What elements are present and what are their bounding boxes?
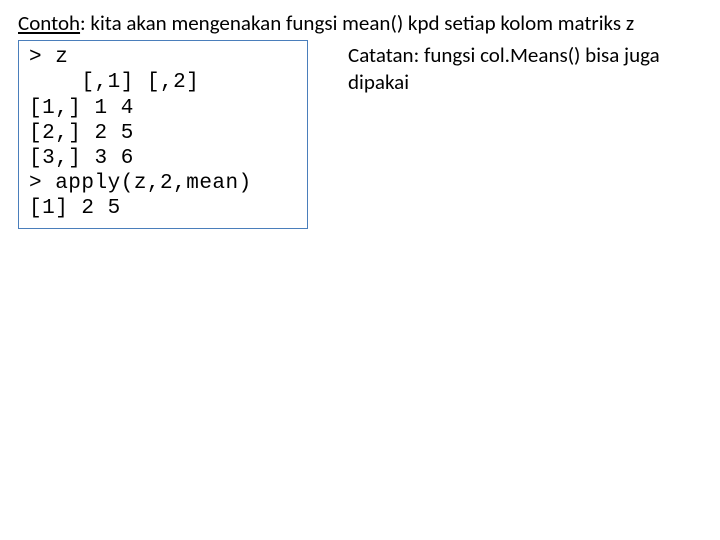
code-line: [,1] [,2] — [29, 71, 199, 94]
code-line: [3,] 3 6 — [29, 147, 134, 170]
heading-text: kita akan mengenakan fungsi mean() kpd s… — [90, 10, 634, 36]
code-line: [2,] 2 5 — [29, 122, 134, 145]
heading: Contoh: kita akan mengenakan fungsi mean… — [18, 10, 700, 36]
content-columns: > z [,1] [,2] [1,] 1 4 [2,] 2 5 [3,] 3 6… — [18, 40, 700, 228]
code-line: > apply(z,2,mean) — [29, 172, 252, 195]
heading-label: Contoh — [18, 10, 80, 36]
code-box: > z [,1] [,2] [1,] 1 4 [2,] 2 5 [3,] 3 6… — [18, 40, 308, 228]
code-line: [1] 2 5 — [29, 197, 121, 220]
code-line: > z — [29, 46, 68, 69]
slide: Contoh: kita akan mengenakan fungsi mean… — [0, 0, 720, 540]
code-line: [1,] 1 4 — [29, 97, 134, 120]
note-text: Catatan: fungsi col.Means() bisa juga di… — [348, 40, 700, 95]
heading-sep: : — [80, 10, 90, 36]
